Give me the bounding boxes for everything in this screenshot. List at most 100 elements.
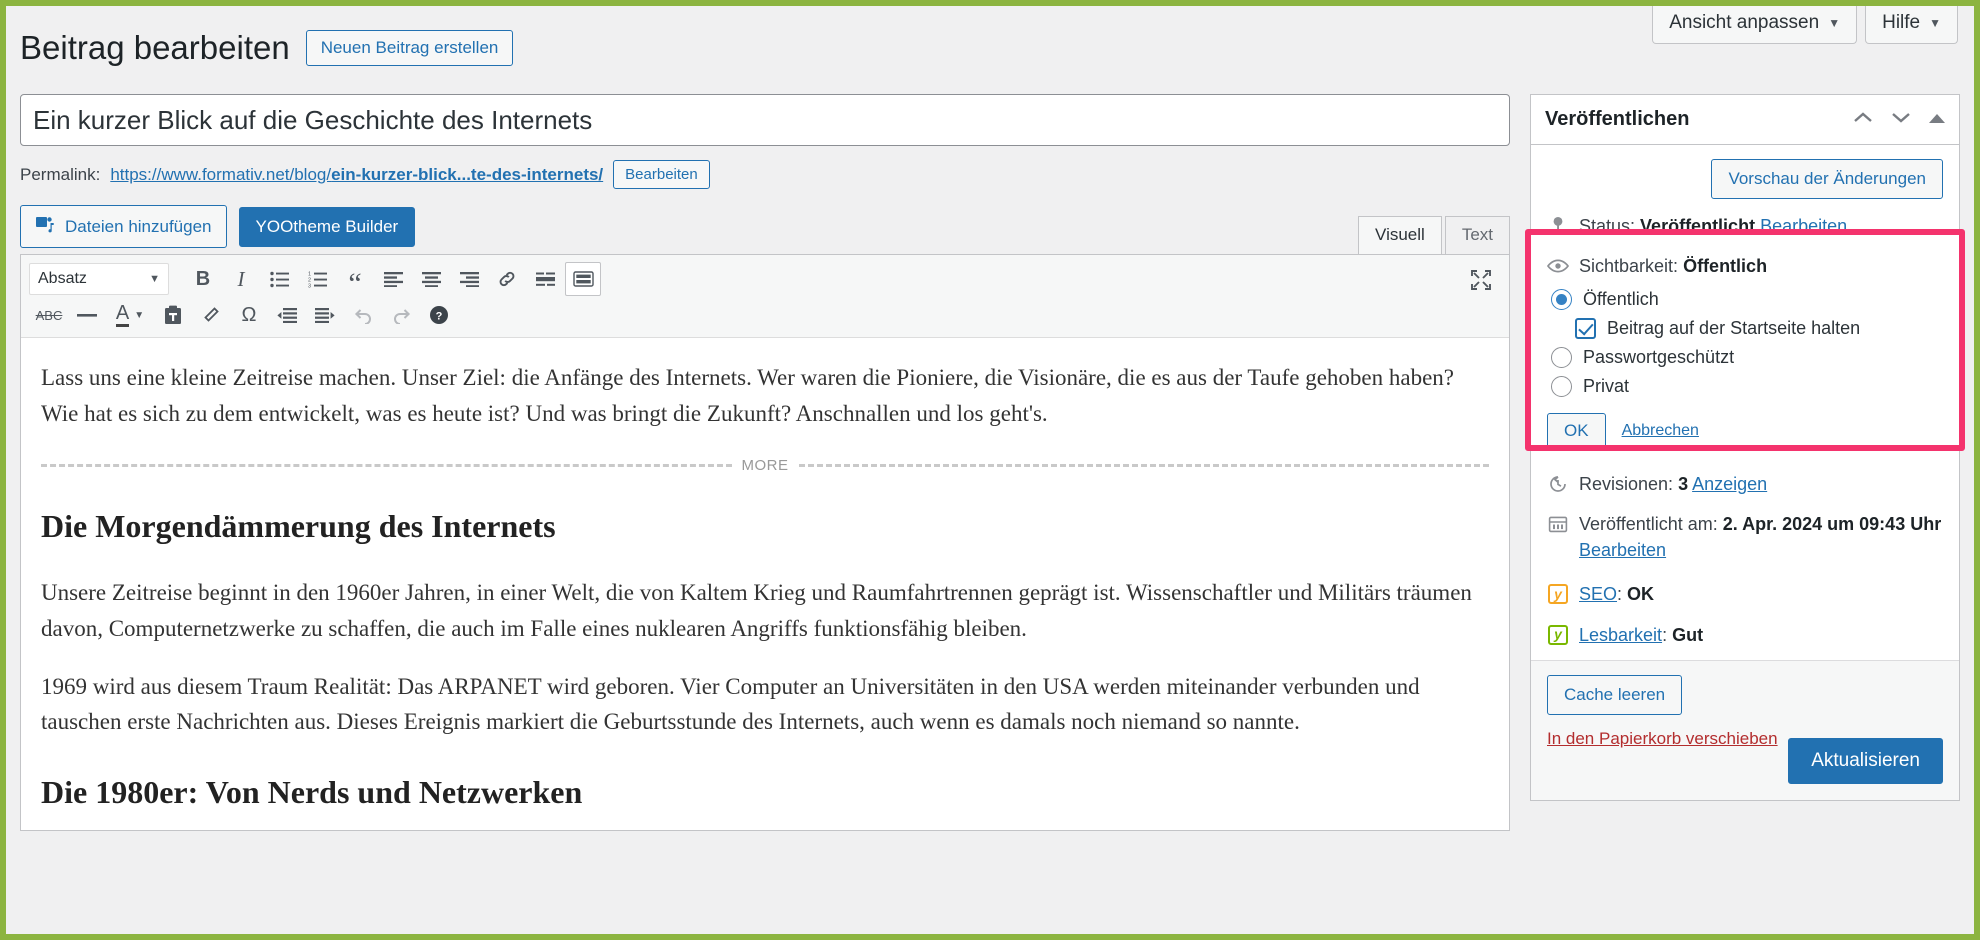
post-title-input[interactable] [20, 94, 1510, 146]
more-dash-left [41, 464, 732, 468]
clear-formatting-icon[interactable] [193, 298, 229, 332]
publish-sidebar: Veröffentlichen Vorschau der Änderungen [1525, 94, 1965, 801]
move-up-icon[interactable] [1853, 111, 1873, 129]
content-paragraph-1: Unsere Zeitreise beginnt in den 1960er J… [41, 580, 1472, 641]
clock-revisions-icon [1547, 473, 1569, 495]
visibility-cancel-link[interactable]: Abbrechen [1622, 422, 1699, 440]
toolbar-row-2: ABC A ▼ Ω ? [29, 297, 1501, 333]
permalink-row: Permalink: https://www.formativ.net/blog… [20, 160, 1510, 189]
indent-icon[interactable] [307, 298, 343, 332]
visibility-row: Sichtbarkeit: Öffentlich [1547, 253, 1943, 279]
update-post-button[interactable]: Aktualisieren [1788, 737, 1943, 784]
align-right-icon[interactable] [451, 262, 487, 296]
screen-options-button[interactable]: Ansicht anpassen ▼ [1652, 6, 1858, 44]
permalink-value[interactable]: https://www.formativ.net/blog/ein-kurzer… [110, 165, 603, 185]
insert-link-icon[interactable] [489, 262, 525, 296]
page-header: Beitrag bearbeiten Neuen Beitrag erstell… [20, 28, 514, 68]
editor-content-area[interactable]: Lass uns eine kleine Zeitreise machen. U… [21, 338, 1509, 830]
undo-icon[interactable] [345, 298, 381, 332]
chevron-down-icon: ▼ [1828, 16, 1841, 31]
align-center-icon[interactable] [413, 262, 449, 296]
preview-changes-button[interactable]: Vorschau der Änderungen [1711, 159, 1943, 199]
status-edit-link[interactable]: Bearbeiten [1760, 216, 1847, 236]
permalink-label: Permalink: [20, 164, 101, 184]
sticky-post-option[interactable]: Beitrag auf der Startseite halten [1575, 318, 1943, 340]
seo-link[interactable]: SEO [1579, 584, 1617, 604]
tab-text[interactable]: Text [1444, 216, 1510, 254]
visibility-option-password[interactable]: Passwortgeschützt [1551, 347, 1943, 369]
footer-left-actions: Cache leeren In den Papierkorb verschieb… [1547, 674, 1778, 749]
fullscreen-icon[interactable] [1463, 263, 1499, 297]
numbered-list-icon[interactable]: 1 2 3 [299, 262, 335, 296]
readability-score-row: y Lesbarkeit: Gut [1547, 622, 1943, 648]
special-character-icon[interactable]: Ω [231, 298, 267, 332]
status-text: Status: Veröffentlicht Bearbeiten [1579, 213, 1847, 239]
keyboard-shortcuts-icon[interactable]: ? [421, 298, 457, 332]
visibility-label: Sichtbarkeit: [1579, 256, 1679, 277]
horizontal-rule-icon[interactable] [69, 298, 105, 332]
checkbox-sticky[interactable] [1575, 318, 1596, 340]
radio-public[interactable] [1551, 289, 1572, 311]
outdent-icon[interactable] [269, 298, 305, 332]
radio-private[interactable] [1551, 376, 1572, 398]
radio-password-protected[interactable] [1551, 347, 1572, 369]
bullet-list-icon[interactable] [261, 262, 297, 296]
align-left-icon[interactable] [375, 262, 411, 296]
readability-link[interactable]: Lesbarkeit [1579, 625, 1662, 645]
format-select[interactable]: Absatz ▼ [29, 263, 169, 295]
add-media-button[interactable]: Dateien hinzufügen [20, 205, 227, 248]
wordpress-post-editor: Ansicht anpassen ▼ Hilfe ▼ Beitrag bearb… [0, 0, 1980, 940]
revisions-browse-link[interactable]: Anzeigen [1692, 474, 1767, 494]
strikethrough-icon[interactable]: ABC [31, 298, 67, 332]
content-paragraph-intro: Lass uns eine kleine Zeitreise machen. U… [41, 365, 1454, 426]
content-heading-1: Die Morgendämmerung des Internets [41, 508, 556, 545]
revisions-label: Revisionen: [1579, 474, 1674, 495]
toggle-toolbar-icon[interactable] [565, 262, 601, 296]
read-more-icon[interactable] [527, 262, 563, 296]
seo-score-text: SEO: OK [1579, 581, 1654, 607]
chevron-down-icon: ▼ [1929, 16, 1941, 31]
move-down-icon[interactable] [1891, 111, 1911, 129]
visibility-ok-button[interactable]: OK [1547, 413, 1606, 450]
tab-visual[interactable]: Visuell [1358, 216, 1442, 254]
media-buttons-row: Dateien hinzufügen YOOtheme Builder Visu… [20, 205, 1510, 254]
preview-row: Vorschau der Änderungen [1547, 159, 1943, 199]
clear-cache-button[interactable]: Cache leeren [1547, 674, 1683, 715]
revisions-row: Revisionen: 3 Anzeigen [1547, 471, 1943, 497]
help-label: Hilfe [1882, 12, 1921, 33]
yootheme-builder-button[interactable]: YOOtheme Builder [238, 206, 416, 247]
radio-password-label: Passwortgeschützt [1583, 347, 1735, 368]
status-label: Status: [1579, 216, 1636, 236]
seo-score-row: y SEO: OK [1547, 581, 1943, 607]
published-date-text: Veröffentlicht am: 2. Apr. 2024 um 09:43… [1579, 511, 1943, 563]
paste-as-text-icon[interactable] [155, 298, 191, 332]
help-button[interactable]: Hilfe ▼ [1865, 6, 1958, 44]
seo-value: OK [1627, 584, 1655, 605]
bold-icon[interactable]: B [185, 262, 221, 296]
blockquote-icon[interactable]: “ [337, 262, 373, 299]
seo-colon: : [1617, 584, 1628, 605]
toggle-panel-icon[interactable] [1929, 111, 1945, 129]
more-tag-label: MORE [741, 457, 789, 475]
text-color-icon[interactable]: A ▼ [107, 298, 153, 332]
svg-text:3: 3 [308, 283, 311, 288]
visibility-option-private[interactable]: Privat [1551, 376, 1943, 398]
yoast-badge-green: y [1548, 624, 1568, 645]
screen-options-label: Ansicht anpassen [1669, 12, 1820, 33]
visibility-option-public[interactable]: Öffentlich [1551, 289, 1943, 311]
visibility-value: Öffentlich [1683, 256, 1768, 277]
calendar-icon [1547, 513, 1569, 535]
editor-mode-tabs: Visuell Text [1355, 216, 1510, 254]
redo-icon[interactable] [383, 298, 419, 332]
admin-topbar: Ansicht anpassen ▼ Hilfe ▼ [1652, 6, 1974, 44]
move-to-trash-link[interactable]: In den Papierkorb verschieben [1547, 729, 1778, 749]
edit-permalink-button[interactable]: Bearbeiten [613, 160, 710, 189]
permalink-base[interactable]: https://www.formativ.net/blog/ [110, 165, 331, 184]
italic-icon[interactable]: I [223, 262, 259, 296]
add-new-post-button[interactable]: Neuen Beitrag erstellen [305, 29, 514, 66]
published-edit-link[interactable]: Bearbeiten [1579, 540, 1666, 560]
yoast-seo-icon: y [1547, 583, 1569, 605]
permalink-slug[interactable]: ein-kurzer-blick...te-des-internets/ [331, 165, 603, 184]
visibility-options: Öffentlich Beitrag auf der Startseite ha… [1551, 289, 1943, 398]
sticky-label: Beitrag auf der Startseite halten [1607, 318, 1861, 339]
